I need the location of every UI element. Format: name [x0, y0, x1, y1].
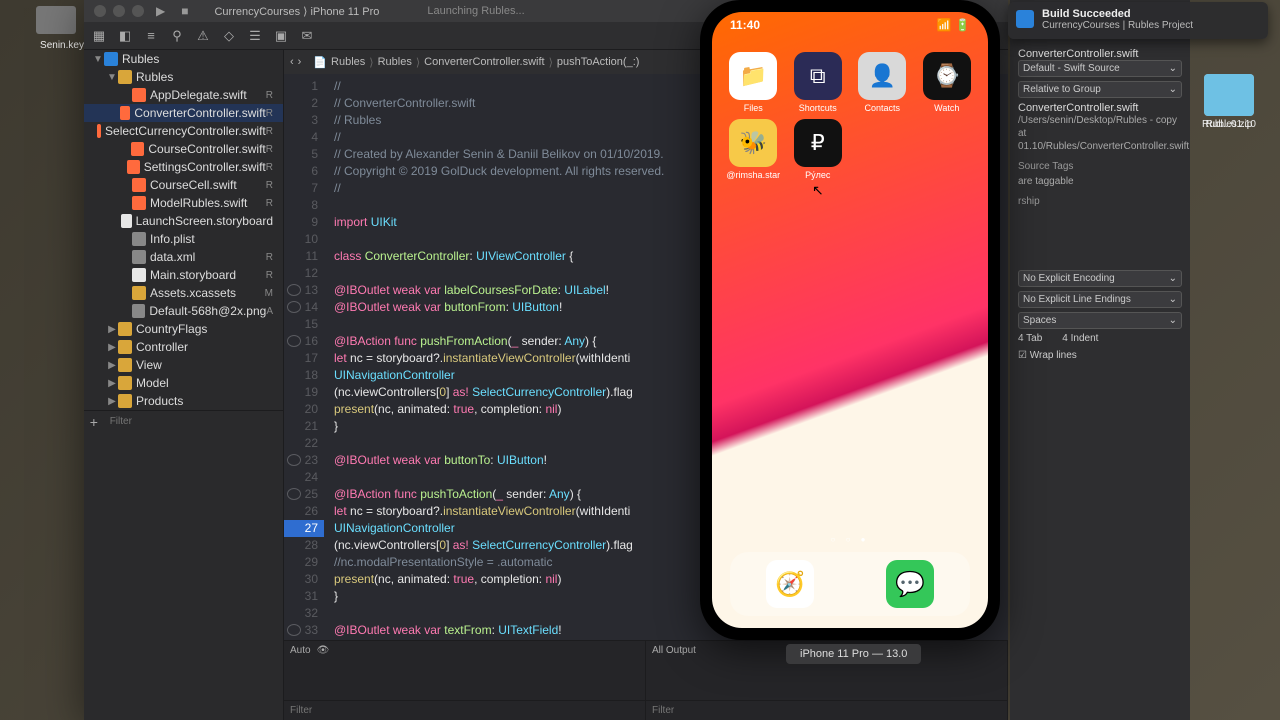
- desktop-item-rubl-01-10[interactable]: Rubl...01.10: [1194, 74, 1264, 130]
- breakpoint-nav-icon[interactable]: ▣: [272, 27, 290, 45]
- indent-width-input[interactable]: 4: [1062, 333, 1068, 344]
- nav-item-default-568h-2x-png[interactable]: Default-568h@2x.pngA: [84, 302, 283, 320]
- issue-nav-icon[interactable]: ⚠: [194, 27, 212, 45]
- report-nav-icon[interactable]: ✉: [298, 27, 316, 45]
- find-nav-icon[interactable]: ⚲: [168, 27, 186, 45]
- line-endings-select[interactable]: No Explicit Line Endings⌄: [1018, 291, 1182, 308]
- minimize-dot[interactable]: [113, 5, 125, 17]
- home-apps-grid: 📁Files⧉Shortcuts👤Contacts⌚Watch 🐝@rimsha.…: [724, 52, 976, 180]
- navigator-filter-input[interactable]: [104, 416, 283, 427]
- symbol-nav-icon[interactable]: ≡: [142, 27, 160, 45]
- nav-item-products[interactable]: ▶Products: [84, 392, 283, 410]
- nav-item-launchscreen-storyboard[interactable]: LaunchScreen.storyboard: [84, 212, 283, 230]
- inspected-name: ConverterController.swift: [1018, 48, 1182, 60]
- variables-filter-input[interactable]: [284, 705, 645, 716]
- simulator-label: iPhone 11 Pro — 13.0: [786, 644, 921, 664]
- status-icons: 📶 🔋: [937, 18, 970, 32]
- console-filter-input[interactable]: [646, 705, 1007, 716]
- nav-item-rubles[interactable]: ▼Rubles: [84, 68, 283, 86]
- nav-item-assets-xcassets[interactable]: Assets.xcassetsM: [84, 284, 283, 302]
- app-contacts[interactable]: 👤Contacts: [853, 52, 912, 113]
- nav-item-main-storyboard[interactable]: Main.storyboardR: [84, 266, 283, 284]
- app-watch[interactable]: ⌚Watch: [918, 52, 977, 113]
- nav-item-view[interactable]: ▶View: [84, 356, 283, 374]
- nav-item-selectcurrencycontroller-swift[interactable]: SelectCurrencyController.swiftR: [84, 122, 283, 140]
- console-scope[interactable]: All Output: [652, 645, 696, 656]
- wrap-lines-checkbox[interactable]: ☑ Wrap lines: [1018, 350, 1182, 361]
- nav-item-controller[interactable]: ▶Controller: [84, 338, 283, 356]
- close-dot[interactable]: [94, 5, 106, 17]
- eye-icon[interactable]: 👁: [317, 645, 330, 656]
- hammer-icon: [1016, 10, 1034, 28]
- traffic-lights[interactable]: [94, 5, 144, 17]
- nav-item-data-xml[interactable]: data.xmlR: [84, 248, 283, 266]
- stop-button[interactable]: ■: [177, 4, 192, 18]
- nav-item-convertercontroller-swift[interactable]: ConverterController.swiftR: [84, 104, 283, 122]
- location-select[interactable]: Relative to Group⌄: [1018, 81, 1182, 98]
- app--[interactable]: ₽Ру́лес: [789, 119, 848, 180]
- dock-app[interactable]: 💬: [886, 560, 934, 608]
- nav-item-model[interactable]: ▶Model: [84, 374, 283, 392]
- app--rimsha-star[interactable]: 🐝@rimsha.star: [724, 119, 783, 180]
- app-shortcuts[interactable]: ⧉Shortcuts: [789, 52, 848, 113]
- encoding-select[interactable]: No Explicit Encoding⌄: [1018, 270, 1182, 287]
- nav-item-countryflags[interactable]: ▶CountryFlags: [84, 320, 283, 338]
- nav-item-coursecell-swift[interactable]: CourseCell.swiftR: [84, 176, 283, 194]
- full-path: /Users/senin/Desktop/Rubles - copy at 01…: [1018, 114, 1182, 153]
- ios-simulator: 11:40 📶 🔋 📁Files⧉Shortcuts👤Contacts⌚Watc…: [700, 0, 1000, 640]
- file-type-select[interactable]: Default - Swift Source⌄: [1018, 60, 1182, 77]
- indent-using-select[interactable]: Spaces⌄: [1018, 312, 1182, 329]
- variables-scope[interactable]: Auto: [290, 645, 311, 656]
- back-icon[interactable]: ‹: [290, 56, 294, 68]
- app-files[interactable]: 📁Files: [724, 52, 783, 113]
- debug-nav-icon[interactable]: ☰: [246, 27, 264, 45]
- run-button[interactable]: ▶: [152, 4, 169, 18]
- navigator-filter-bar: +: [84, 410, 283, 432]
- build-succeeded-notification[interactable]: Build Succeeded CurrencyCourses | Rubles…: [1008, 2, 1268, 39]
- scheme-selector[interactable]: CurrencyCourses ⟩ iPhone 11 Pro: [214, 5, 379, 18]
- project-nav-icon[interactable]: ▦: [90, 27, 108, 45]
- project-navigator[interactable]: ▼Rubles▼RublesAppDelegate.swiftRConverte…: [84, 50, 284, 720]
- nav-item-info-plist[interactable]: Info.plist: [84, 230, 283, 248]
- activity-status: Launching Rubles...: [427, 5, 524, 17]
- forward-icon[interactable]: ›: [298, 56, 302, 68]
- simulator-screen[interactable]: 11:40 📶 🔋 📁Files⧉Shortcuts👤Contacts⌚Watc…: [712, 12, 988, 628]
- status-bar: 11:40 📶 🔋: [712, 18, 988, 32]
- zoom-dot[interactable]: [132, 5, 144, 17]
- keynote-file-label: Senin.key: [32, 40, 92, 51]
- add-button[interactable]: +: [84, 414, 104, 430]
- tab-width-input[interactable]: 4: [1018, 333, 1024, 344]
- nav-item-settingscontroller-swift[interactable]: SettingsController.swiftR: [84, 158, 283, 176]
- dock-app[interactable]: 🧭: [766, 560, 814, 608]
- nav-item-modelrubles-swift[interactable]: ModelRubles.swiftR: [84, 194, 283, 212]
- nav-item-appdelegate-swift[interactable]: AppDelegate.swiftR: [84, 86, 283, 104]
- file-inspector: ConverterController.swift Default - Swif…: [1010, 0, 1190, 720]
- source-nav-icon[interactable]: ◧: [116, 27, 134, 45]
- keynote-file-thumb[interactable]: [36, 6, 76, 34]
- nav-item-coursecontroller-swift[interactable]: CourseController.swiftR: [84, 140, 283, 158]
- page-dots[interactable]: ○ ○ ●: [712, 535, 988, 544]
- nav-item-rubles[interactable]: ▼Rubles: [84, 50, 283, 68]
- status-time: 11:40: [730, 18, 760, 32]
- home-dock: 🧭💬: [730, 552, 970, 616]
- test-nav-icon[interactable]: ◇: [220, 27, 238, 45]
